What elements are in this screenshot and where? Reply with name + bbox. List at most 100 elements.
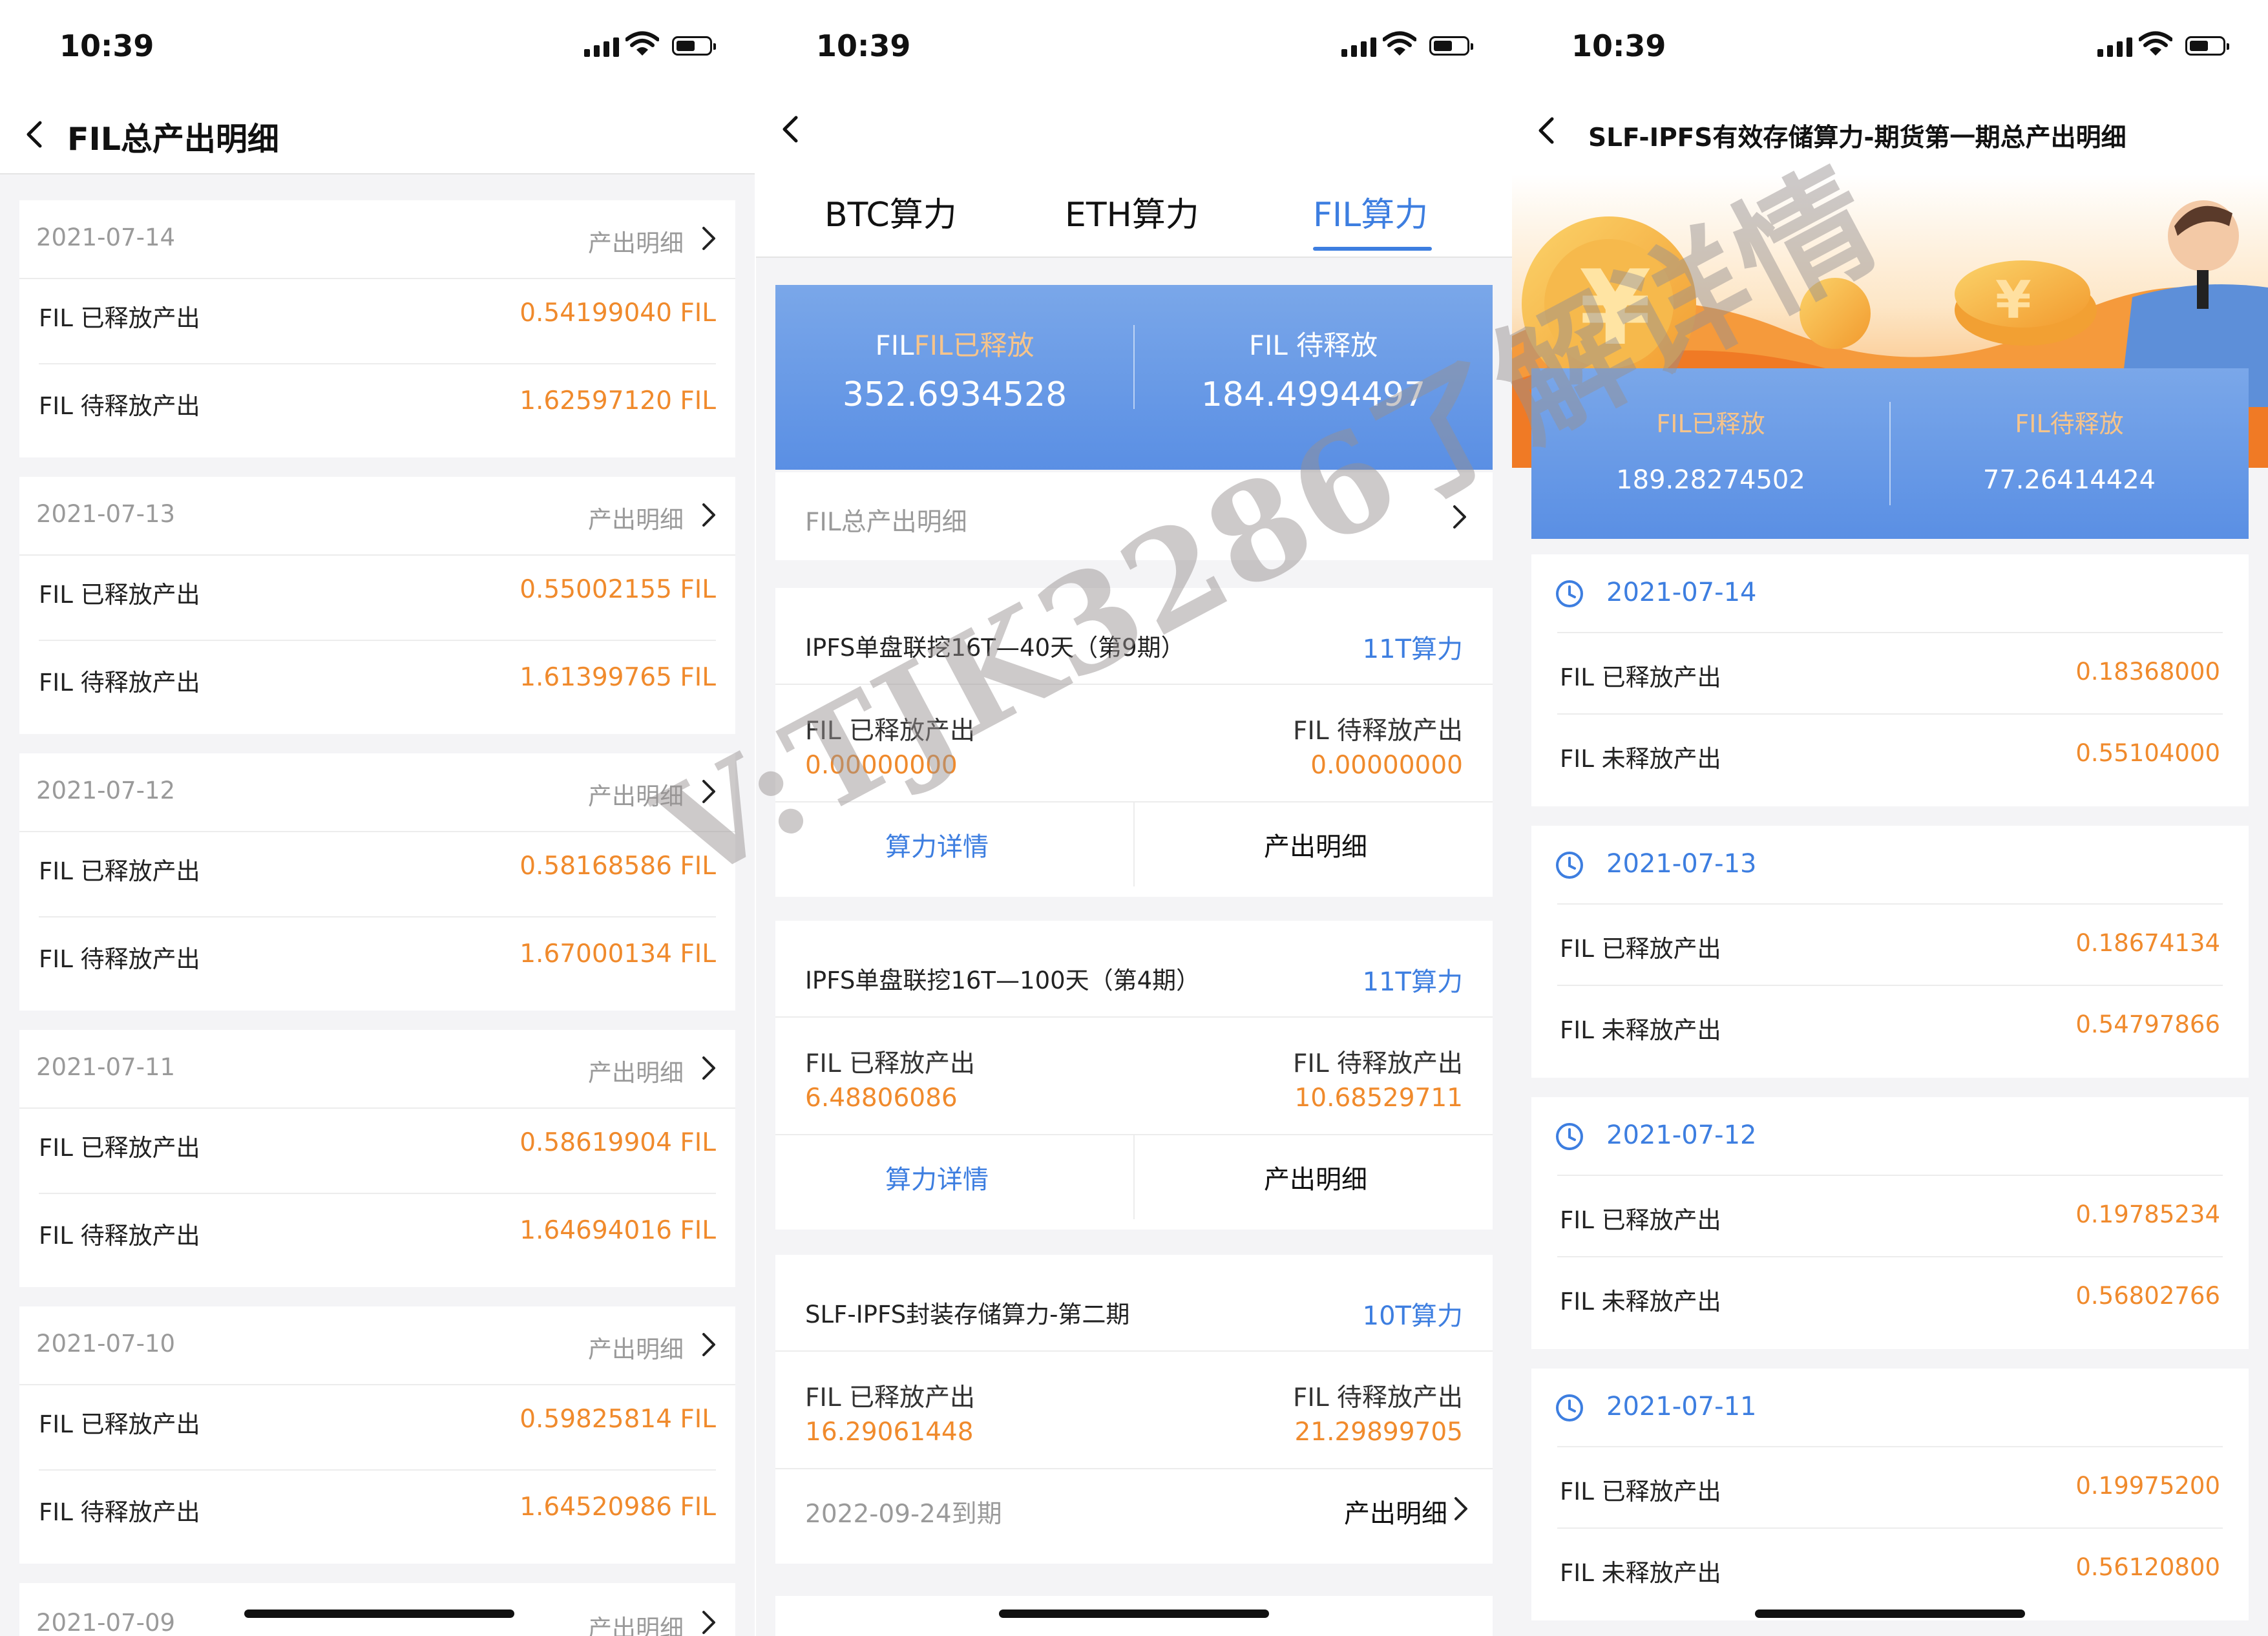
pending-value: 1.64520986 FIL bbox=[520, 1493, 716, 1522]
card-date: 2021-07-13 bbox=[1606, 849, 1757, 879]
divider bbox=[1557, 1175, 2223, 1176]
tab-bar: BTC算力 ETH算力 FIL算力 bbox=[756, 174, 1512, 258]
card-date: 2021-07-09 bbox=[36, 1609, 176, 1636]
status-bar: 10:39 bbox=[0, 0, 755, 97]
divider bbox=[39, 640, 716, 641]
product-name: SLF-IPFS封装存储算力-第二期 bbox=[805, 1301, 1130, 1328]
status-bar: 10:39 bbox=[756, 0, 1512, 97]
card-date: 2021-07-10 bbox=[36, 1330, 176, 1358]
divider bbox=[775, 1468, 1493, 1469]
divider bbox=[1557, 632, 2223, 633]
chevron-right-icon bbox=[1454, 1497, 1467, 1520]
pending-value: 0.56802766 bbox=[2075, 1282, 2220, 1310]
pending-value: 10.68529711 bbox=[1294, 1084, 1463, 1113]
cellular-signal-icon bbox=[1341, 37, 1376, 57]
chevron-right-icon bbox=[702, 1056, 715, 1080]
output-details-button[interactable]: 产出明细 bbox=[1344, 1493, 1447, 1530]
battery-icon bbox=[2185, 36, 2229, 56]
nav-bar bbox=[756, 97, 1512, 174]
divider bbox=[1133, 802, 1135, 886]
divider bbox=[775, 1016, 1493, 1018]
tab-eth[interactable]: ETH算力 bbox=[1065, 187, 1199, 236]
home-indicator bbox=[999, 1610, 1269, 1618]
card-date: 2021-07-13 bbox=[36, 500, 176, 528]
divider bbox=[1557, 903, 2223, 905]
released-label: FIL 已释放产出 bbox=[805, 1049, 976, 1078]
back-arrow-icon[interactable] bbox=[773, 111, 809, 147]
output-detail-link[interactable]: 产出明细 bbox=[588, 224, 684, 258]
released-value: 0.54199040 FIL bbox=[520, 299, 716, 328]
chevron-right-icon bbox=[702, 227, 715, 250]
clock-icon bbox=[1556, 580, 1583, 607]
released-value: 6.48806086 bbox=[805, 1084, 958, 1113]
released-value: 0.18674134 bbox=[2075, 929, 2220, 957]
total-output-link-label: FIL总产出明细 bbox=[805, 508, 967, 537]
output-details-button[interactable]: 产出明细 bbox=[1264, 826, 1367, 863]
product-card: IPFS单盘联挖16T—100天（第4期） 11T算力 FIL 已释放产出 6.488… bbox=[775, 921, 1493, 1230]
hashpower-details-button[interactable]: 算力详情 bbox=[885, 826, 989, 863]
released-summary-value: 352.6934528 bbox=[842, 375, 1067, 414]
divider bbox=[1133, 1135, 1135, 1219]
page-title: FIL总产出明细 bbox=[67, 121, 279, 158]
output-detail-link-label: 产出明细 bbox=[588, 1059, 684, 1087]
chevron-right-icon bbox=[702, 503, 715, 527]
cellular-signal-icon bbox=[2097, 37, 2132, 57]
output-detail-link[interactable]: 产出明细 bbox=[588, 1330, 684, 1365]
pending-value: 0.54797866 bbox=[2075, 1011, 2220, 1038]
pending-value: 21.29899705 bbox=[1294, 1418, 1463, 1447]
clock-icon bbox=[1556, 1123, 1583, 1150]
released-label: FIL 已释放产出 bbox=[39, 581, 200, 609]
pending-label: FIL 未释放产出 bbox=[1560, 1559, 1721, 1587]
hashpower-amount: 11T算力 bbox=[1362, 634, 1463, 664]
hashpower-details-button[interactable]: 算力详情 bbox=[885, 1159, 989, 1196]
released-label: FIL 已释放产出 bbox=[805, 1383, 976, 1412]
wifi-icon bbox=[625, 31, 659, 56]
pending-label: FIL 待释放产出 bbox=[39, 945, 200, 973]
output-detail-link[interactable]: 产出明细 bbox=[588, 500, 684, 535]
pending-value: 1.62597120 FIL bbox=[520, 386, 716, 415]
hashpower-amount: 11T算力 bbox=[1362, 967, 1463, 997]
divider bbox=[39, 1469, 716, 1471]
divider bbox=[1557, 1527, 2223, 1529]
divider bbox=[39, 1193, 716, 1194]
clock-icon bbox=[1556, 852, 1583, 879]
cellular-signal-icon bbox=[584, 37, 619, 57]
output-detail-link[interactable]: 产出明细 bbox=[588, 1053, 684, 1088]
product-card: SLF-IPFS封装存储算力-第二期 10T算力 FIL 已释放产出 16.29061… bbox=[775, 1255, 1493, 1564]
svg-text:¥: ¥ bbox=[1995, 270, 2032, 330]
pending-value: 0.55104000 bbox=[2075, 739, 2220, 767]
pending-value: 1.61399765 FIL bbox=[520, 663, 716, 692]
pending-label: FIL 待释放产出 bbox=[39, 1498, 200, 1526]
divider bbox=[1557, 713, 2223, 715]
released-label: FIL 已释放产出 bbox=[39, 304, 200, 332]
divider bbox=[19, 831, 735, 832]
tab-fil[interactable]: FIL算力 bbox=[1313, 187, 1428, 236]
card-date: 2021-07-14 bbox=[1606, 578, 1757, 607]
daily-output-card: 2021-07-11 FIL 已释放产出 0.19975200 FIL 未释放产出 0.… bbox=[1531, 1369, 2249, 1620]
pending-label: FIL 待释放产出 bbox=[39, 1222, 200, 1250]
pending-summary: FIL待释放 77.26414424 bbox=[1890, 368, 2249, 539]
released-value: 0.19785234 bbox=[2075, 1201, 2220, 1228]
output-detail-link[interactable]: 产出明细 bbox=[588, 1609, 684, 1636]
released-label: FIL 已释放产出 bbox=[1560, 664, 1721, 691]
product-name: IPFS单盘联挖16T—100天（第4期） bbox=[805, 967, 1201, 994]
output-card: 2021-07-12 产出明细 FIL 已释放产出 0.58168586 FIL FIL… bbox=[19, 753, 735, 1011]
divider bbox=[19, 278, 735, 279]
daily-output-card: 2021-07-12 FIL 已释放产出 0.19785234 FIL 未释放产出 0.… bbox=[1531, 1097, 2249, 1349]
pending-label: FIL 待释放产出 bbox=[1292, 717, 1463, 746]
output-detail-link-label: 产出明细 bbox=[588, 1615, 684, 1636]
status-time: 10:39 bbox=[59, 28, 154, 63]
back-arrow-icon[interactable] bbox=[1529, 112, 1565, 149]
output-details-button[interactable]: 产出明细 bbox=[1264, 1159, 1367, 1196]
pending-label: FIL 未释放产出 bbox=[1560, 1016, 1721, 1044]
divider bbox=[1557, 985, 2223, 986]
output-detail-link-label: 产出明细 bbox=[588, 229, 684, 257]
nav-bar: SLF-IPFS有效存储算力-期货第一期总产出明细 bbox=[1512, 97, 2268, 174]
active-tab-indicator bbox=[1313, 247, 1432, 251]
divider bbox=[1557, 1446, 2223, 1447]
tab-btc[interactable]: BTC算力 bbox=[824, 187, 957, 236]
pending-label: FIL 未释放产出 bbox=[1560, 1288, 1721, 1316]
divider bbox=[39, 363, 716, 364]
back-arrow-icon[interactable] bbox=[17, 116, 53, 152]
clock-icon bbox=[1556, 1394, 1583, 1421]
